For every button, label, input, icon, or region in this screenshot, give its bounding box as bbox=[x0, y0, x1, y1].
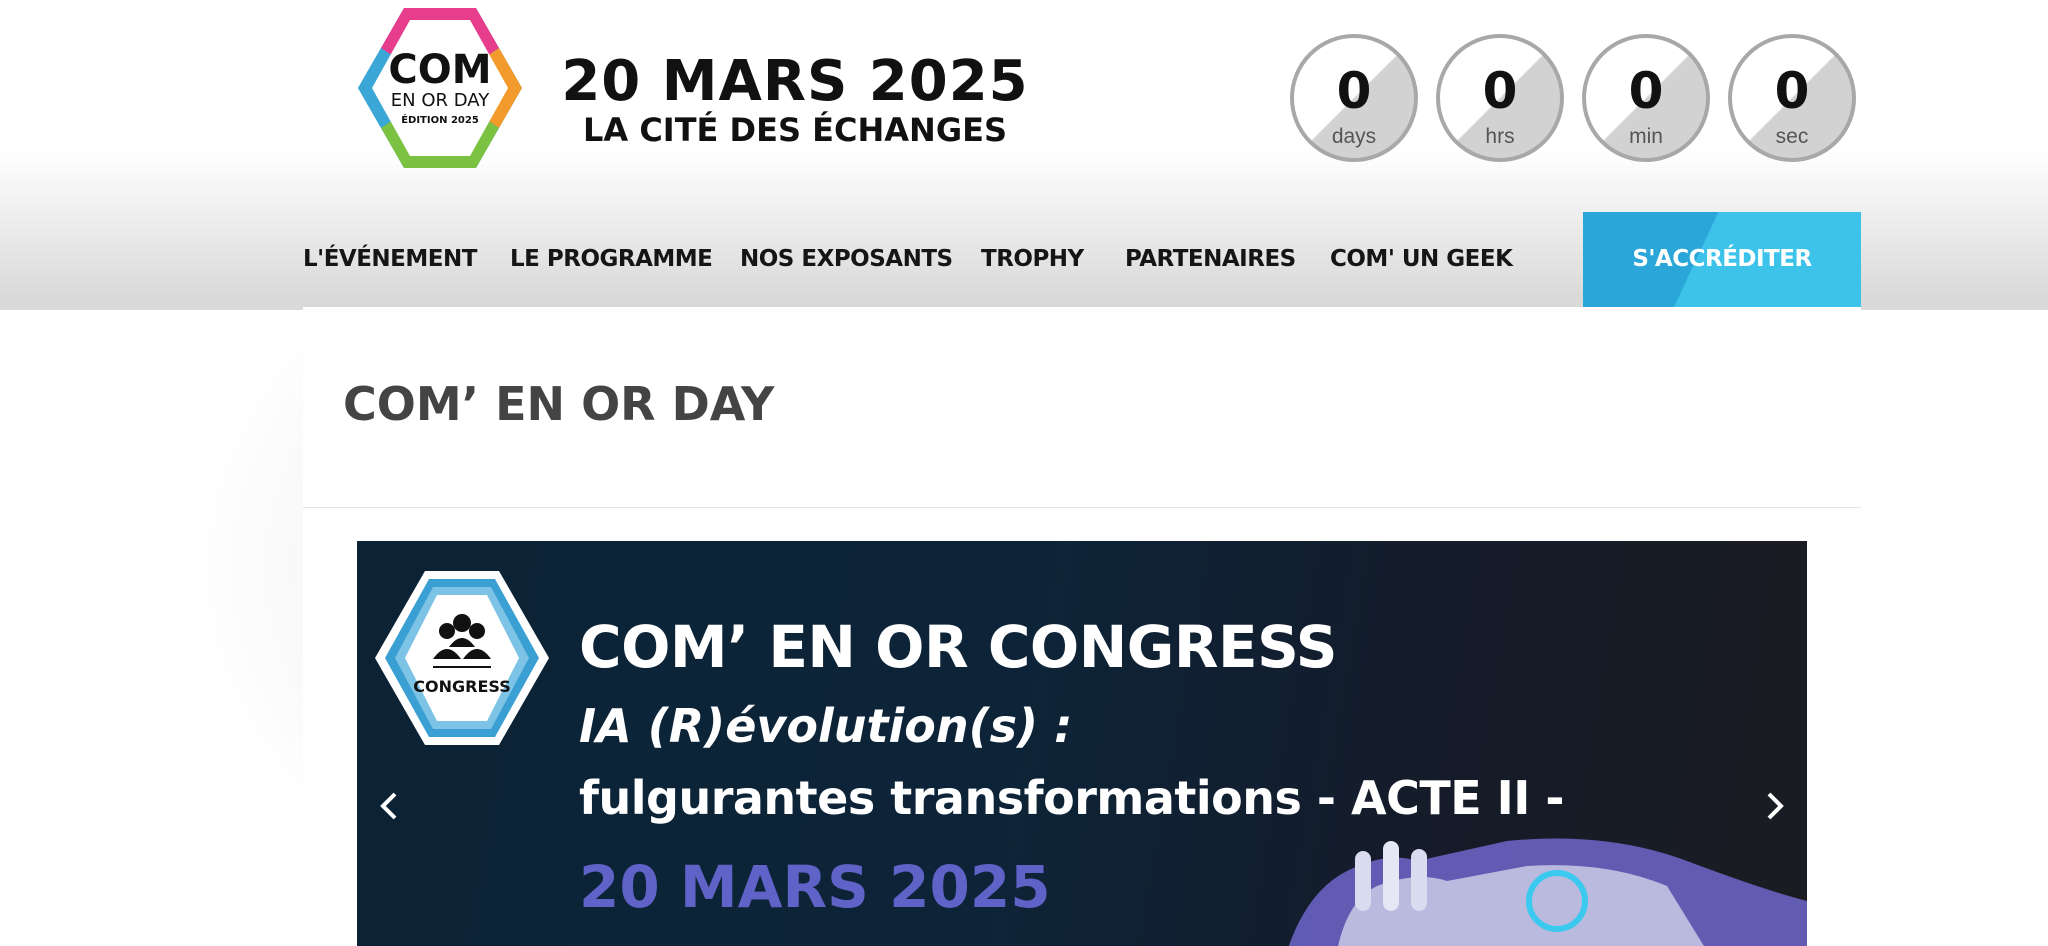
title-divider bbox=[303, 507, 1861, 508]
countdown-label: days bbox=[1331, 125, 1377, 148]
accreditation-button[interactable]: S'ACCRÉDITER bbox=[1583, 212, 1861, 307]
nav-item-programme[interactable]: LE PROGRAMME bbox=[510, 212, 713, 307]
content-panel: COM’ EN OR DAY CONGRESS COM’ EN OR CONGR… bbox=[303, 307, 1861, 946]
countdown-value: 0 bbox=[1482, 62, 1518, 120]
slider-next-button[interactable] bbox=[1755, 776, 1795, 836]
hero-slider[interactable]: CONGRESS COM’ EN OR CONGRESS IA (R)évolu… bbox=[357, 541, 1807, 946]
nav-item-partenaires[interactable]: PARTENAIRES bbox=[1125, 212, 1296, 307]
site-logo[interactable]: COM EN OR DAY ÉDITION 2025 bbox=[352, 2, 528, 174]
slide-date: 20 MARS 2025 bbox=[579, 853, 1051, 921]
nav-item-trophy[interactable]: TROPHY bbox=[981, 212, 1084, 307]
main-nav: L'ÉVÉNEMENT LE PROGRAMME NOS EXPOSANTS T… bbox=[303, 212, 1861, 307]
event-date-block: 20 MARS 2025 LA CITÉ DES ÉCHANGES bbox=[560, 49, 1030, 149]
nav-item-exposants[interactable]: NOS EXPOSANTS bbox=[740, 212, 953, 307]
logo-line-3: ÉDITION 2025 bbox=[401, 115, 479, 126]
nav-item-com-un-geek[interactable]: COM' UN GEEK bbox=[1330, 212, 1513, 307]
countdown-value: 0 bbox=[1336, 62, 1372, 120]
nav-item-evenement[interactable]: L'ÉVÉNEMENT bbox=[303, 212, 477, 307]
countdown-seconds: 0 sec bbox=[1728, 34, 1856, 162]
countdown-label: sec bbox=[1775, 125, 1809, 148]
page-title: COM’ EN OR DAY bbox=[343, 377, 775, 431]
countdown-label: min bbox=[1629, 125, 1663, 148]
congress-badge-icon bbox=[375, 571, 549, 745]
logo-line-1: COM bbox=[388, 47, 492, 93]
countdown-hours: 0 hrs bbox=[1436, 34, 1564, 162]
countdown-label: hrs bbox=[1485, 125, 1515, 148]
countdown-days: 0 days bbox=[1290, 34, 1418, 162]
robot-hand-image bbox=[1288, 838, 1807, 946]
chevron-right-icon bbox=[1767, 792, 1784, 820]
congress-badge: CONGRESS bbox=[371, 567, 553, 749]
countdown-value: 0 bbox=[1628, 62, 1664, 120]
logo-line-2: EN OR DAY bbox=[390, 90, 490, 111]
slide-subtitle: IA (R)évolution(s) : bbox=[579, 699, 1073, 753]
slider-prev-button[interactable] bbox=[369, 776, 409, 836]
event-venue: LA CITÉ DES ÉCHANGES bbox=[583, 111, 1007, 149]
slide-title: COM’ EN OR CONGRESS bbox=[579, 613, 1338, 681]
chevron-left-icon bbox=[380, 792, 397, 820]
slide-tagline: fulgurantes transformations - ACTE II - bbox=[579, 771, 1565, 825]
event-date: 20 MARS 2025 bbox=[561, 49, 1029, 114]
countdown-value: 0 bbox=[1774, 62, 1810, 120]
countdown-minutes: 0 min bbox=[1582, 34, 1710, 162]
congress-badge-label: CONGRESS bbox=[413, 677, 511, 696]
